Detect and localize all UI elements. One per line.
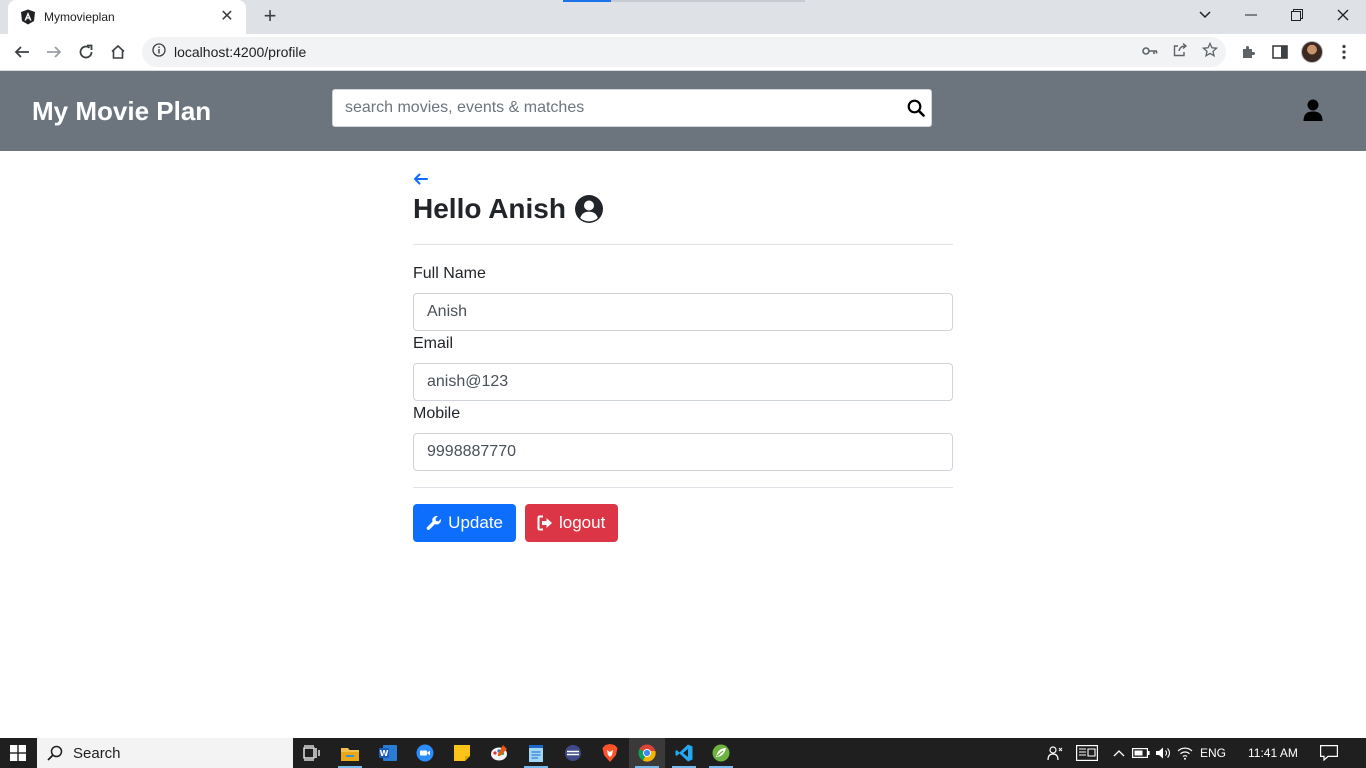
- brave-browser-icon[interactable]: [592, 738, 628, 768]
- back-arrow-icon[interactable]: [413, 168, 429, 188]
- new-tab-icon[interactable]: +: [258, 5, 282, 29]
- bookmark-star-icon[interactable]: [1201, 41, 1219, 63]
- word-icon[interactable]: W: [370, 738, 406, 768]
- url-text: localhost:4200/profile: [174, 44, 307, 60]
- windows-taskbar: Search W ENG 11:41 AM: [0, 738, 1366, 768]
- task-view-icon[interactable]: [294, 738, 330, 768]
- restore-icon[interactable]: [1274, 0, 1320, 30]
- wrench-icon: [426, 515, 441, 530]
- share-icon[interactable]: [1172, 42, 1188, 63]
- browser-tab-strip: Mymovieplan ✕ +: [0, 0, 1366, 34]
- key-icon[interactable]: [1142, 43, 1158, 61]
- profile-greeting: Hello Anish: [413, 193, 566, 224]
- full-name-field[interactable]: [413, 293, 953, 331]
- close-window-icon[interactable]: [1320, 0, 1366, 30]
- sticky-notes-icon[interactable]: [444, 738, 480, 768]
- volume-icon[interactable]: [1152, 738, 1174, 768]
- site-info-icon[interactable]: [152, 42, 166, 62]
- angular-favicon-icon: [20, 9, 36, 25]
- vscode-icon[interactable]: [666, 738, 702, 768]
- profile-card: Hello Anish Full Name Email Mobile Updat…: [413, 168, 953, 542]
- notepad-icon[interactable]: [518, 738, 554, 768]
- tab-group-indicator-2: [611, 0, 805, 2]
- user-circle-icon: [574, 194, 604, 224]
- taskbar-search-icon: [47, 745, 63, 761]
- reload-icon[interactable]: [72, 38, 100, 66]
- spring-tool-suite-icon[interactable]: [703, 738, 739, 768]
- update-button-label: Update: [448, 513, 503, 532]
- email-field[interactable]: [413, 363, 953, 401]
- notifications-icon[interactable]: [1314, 738, 1344, 768]
- home-icon[interactable]: [104, 38, 132, 66]
- profile-greeting-row: Hello Anish: [413, 190, 953, 228]
- email-label: Email: [413, 335, 454, 352]
- browser-menu-icon[interactable]: [1330, 38, 1358, 66]
- file-explorer-icon[interactable]: [332, 738, 368, 768]
- side-panel-icon[interactable]: [1266, 38, 1294, 66]
- language-indicator[interactable]: ENG: [1200, 746, 1226, 760]
- profile-avatar[interactable]: [1298, 38, 1326, 66]
- address-bar[interactable]: localhost:4200/profile: [142, 37, 1226, 67]
- taskbar-search-label: Search: [73, 744, 121, 762]
- wifi-icon[interactable]: [1174, 738, 1196, 768]
- browser-tab[interactable]: Mymovieplan ✕: [8, 0, 246, 34]
- chevron-up-icon[interactable]: [1108, 738, 1130, 768]
- tab-title: Mymovieplan: [44, 10, 115, 24]
- logout-button-label: logout: [559, 513, 606, 532]
- taskbar-search[interactable]: Search: [37, 738, 293, 768]
- search-icon[interactable]: [901, 90, 931, 126]
- search-bar: [332, 89, 932, 127]
- windows-start-icon[interactable]: [0, 738, 36, 768]
- divider: [413, 244, 953, 245]
- back-icon[interactable]: [8, 38, 36, 66]
- user-account-icon[interactable]: [1300, 97, 1326, 123]
- battery-icon[interactable]: [1130, 738, 1152, 768]
- people-icon[interactable]: [1044, 738, 1066, 768]
- minimize-icon[interactable]: [1228, 0, 1274, 30]
- tab-close-icon[interactable]: ✕: [218, 8, 236, 26]
- mobile-label: Mobile: [413, 405, 461, 422]
- mobile-field[interactable]: [413, 433, 953, 471]
- logout-button[interactable]: logout: [525, 504, 618, 542]
- system-tray: ENG 11:41 AM: [1044, 738, 1344, 768]
- update-button[interactable]: Update: [413, 504, 516, 542]
- paint-icon[interactable]: [481, 738, 517, 768]
- action-buttons: Update logout: [413, 504, 953, 542]
- extensions-puzzle-icon[interactable]: [1234, 38, 1262, 66]
- search-input[interactable]: [333, 90, 901, 126]
- full-name-label: Full Name: [413, 265, 486, 282]
- chrome-icon[interactable]: [629, 738, 665, 768]
- tab-group-indicator: [563, 0, 611, 2]
- app-icon[interactable]: [555, 738, 591, 768]
- sign-out-icon: [537, 515, 552, 531]
- taskbar-clock[interactable]: 11:41 AM: [1248, 746, 1298, 760]
- browser-toolbar: localhost:4200/profile: [0, 34, 1366, 71]
- zoom-icon[interactable]: [407, 738, 443, 768]
- news-widget-icon[interactable]: [1066, 738, 1108, 768]
- svg-text:W: W: [380, 749, 389, 758]
- forward-icon[interactable]: [40, 38, 68, 66]
- divider-bottom: [413, 487, 953, 488]
- tab-search-chevron-icon[interactable]: [1182, 0, 1228, 30]
- app-header: My Movie Plan: [0, 71, 1366, 151]
- brand-logo-text[interactable]: My Movie Plan: [32, 96, 211, 127]
